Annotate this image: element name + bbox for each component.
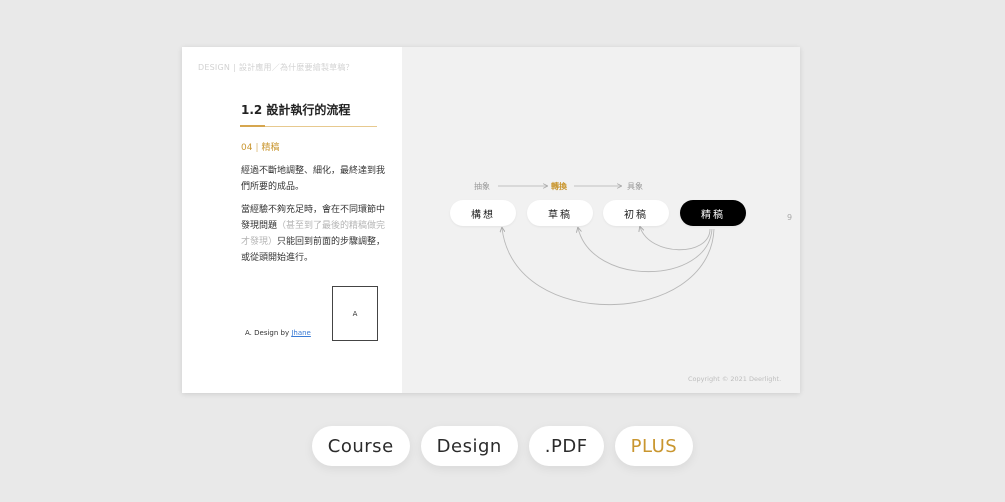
paragraph-1: 經過不斷地調整、細化，最終達到我們所要的成品。 (241, 166, 386, 192)
stage-initial-draft: 初稿 (603, 200, 669, 226)
loop-back-to-concept (502, 228, 715, 306)
step-heading: 04 | 精稿 (241, 140, 280, 153)
credit-author-link[interactable]: Jhane (291, 329, 311, 337)
step-name: 精稿 (261, 143, 280, 153)
loop-back-to-sketch (578, 228, 713, 273)
label-abstract: 抽象 (474, 182, 490, 191)
loop-back-to-initial-draft (640, 227, 711, 251)
breadcrumb: DESIGN | 設計應用／為什麼要繪製草稿？ (198, 62, 354, 73)
thumbnail-label: A (352, 309, 358, 318)
credit-prefix: A. Design by (245, 329, 292, 337)
tag-bar: Course Design .PDF PLUS (0, 426, 1005, 466)
breadcrumb-separator: | (233, 63, 236, 72)
label-transform: 轉換 (551, 182, 567, 191)
slide-text-panel: DESIGN | 設計應用／為什麼要繪製草稿？ 1.2 設計執行的流程 04 | 精稿 … (182, 47, 402, 393)
tag-course-button[interactable]: Course (311, 426, 410, 466)
paragraph-2: 當經驗不夠充足時，會在不同環節中發現問題（甚至到了最後的精稿做完才發現）只能回到… (241, 202, 386, 266)
process-diagram: 抽象 轉換 具象 構想 草稿 初稿 精稿 (402, 47, 800, 393)
tag-pdf-button[interactable]: .PDF (528, 426, 604, 466)
slide: DESIGN | 設計應用／為什麼要繪製草稿？ 1.2 設計執行的流程 04 | 精稿 … (182, 47, 800, 393)
design-credit: A. Design by Jhane (245, 329, 311, 337)
design-thumbnail: A (332, 286, 378, 341)
stage-sketch: 草稿 (527, 200, 593, 226)
label-concrete: 具象 (627, 182, 643, 191)
stage-final-draft: 精稿 (680, 200, 746, 226)
slide-title: 1.2 設計執行的流程 (241, 103, 351, 117)
breadcrumb-path: 設計應用／為什麼要繪製草稿？ (238, 63, 354, 72)
tag-design-button[interactable]: Design (420, 426, 518, 466)
step-separator: | (255, 143, 259, 153)
stage-concept: 構想 (450, 200, 516, 226)
page-number: 9 (787, 213, 793, 222)
tag-plus-button[interactable]: PLUS (614, 426, 694, 466)
copyright: Copyright © 2021 Deerlight. (688, 375, 782, 383)
step-number: 04 (241, 143, 253, 153)
breadcrumb-brand: DESIGN (198, 63, 231, 72)
title-underline-accent (240, 125, 265, 127)
